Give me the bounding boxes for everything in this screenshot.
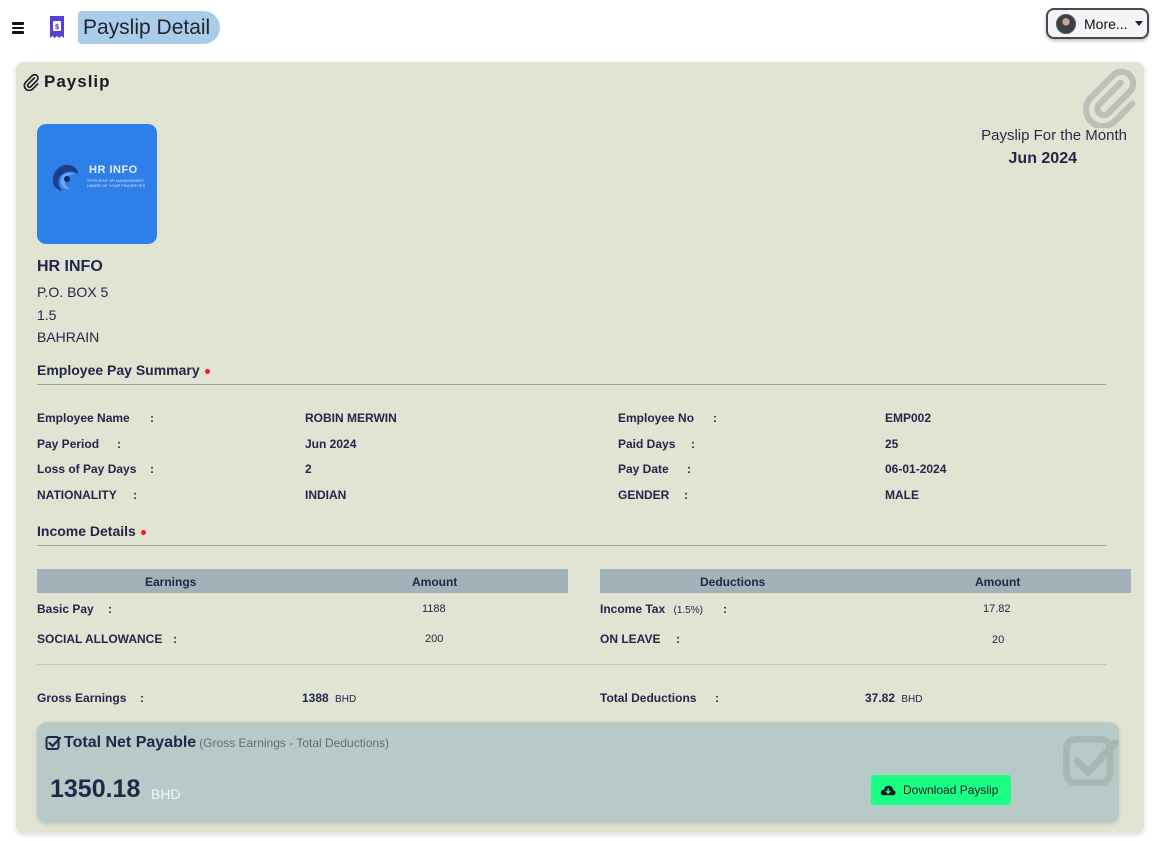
deduction-label-on-leave: ON LEAVE — [600, 632, 661, 646]
download-payslip-label: Download Payslip — [903, 783, 999, 797]
hamburger-icon[interactable] — [9, 20, 27, 38]
total-deductions-value: 37.82 BHD — [865, 691, 923, 705]
loss-of-pay-label: Loss of Pay Days — [37, 462, 137, 476]
address-line-1: P.O. BOX 5 — [37, 284, 109, 300]
month-value: Jun 2024 — [1008, 150, 1077, 167]
download-payslip-button[interactable]: Download Payslip — [871, 775, 1011, 805]
colon: : — [173, 632, 177, 646]
receipt-icon: $ — [50, 16, 64, 38]
card-header: Payslip — [22, 72, 111, 92]
checkbox-icon — [45, 736, 61, 750]
net-payable-currency: BHD — [151, 786, 181, 802]
earnings-header: Earnings — [145, 575, 197, 589]
svg-text:$: $ — [55, 23, 60, 31]
chevron-down-icon — [1134, 21, 1143, 26]
divider — [37, 545, 1106, 546]
net-payable-panel: Total Net Payable (Gross Earnings - Tota… — [37, 722, 1119, 822]
card-title: Payslip — [44, 72, 111, 91]
colon: : — [117, 437, 121, 451]
address-line-3: BAHRAIN — [37, 329, 100, 345]
loss-of-pay-value: 2 — [305, 462, 312, 476]
more-menu-button[interactable]: More... — [1046, 8, 1149, 39]
total-deductions-label: Total Deductions — [600, 691, 697, 705]
required-dot-icon — [140, 529, 146, 535]
logo-title: HR INFO — [89, 164, 138, 176]
income-details-title-text: Income Details — [37, 523, 136, 539]
colon: : — [691, 437, 695, 451]
colon: : — [687, 462, 691, 476]
pay-period-value: Jun 2024 — [305, 437, 357, 451]
earnings-table-header: Earnings Amount — [37, 569, 568, 593]
colon: : — [133, 488, 137, 502]
colon: : — [108, 602, 112, 616]
payslip-card: Payslip HR INFO EFFICIENT HR MANAGEMENT … — [16, 62, 1144, 833]
avatar — [1056, 13, 1076, 34]
colon: : — [715, 691, 719, 705]
top-bar: $ Payslip Detail More... — [0, 0, 1170, 58]
total-deductions-currency: BHD — [901, 694, 923, 705]
paid-days-label: Paid Days — [618, 437, 676, 451]
net-payable-title-text: Total Net Payable — [64, 734, 197, 751]
colon: : — [684, 488, 688, 502]
colon: : — [140, 691, 144, 705]
divider — [37, 664, 1106, 665]
pay-date-label: Pay Date — [618, 462, 669, 476]
gender-value: MALE — [885, 488, 919, 502]
earning-label-social-allowance: SOCIAL ALLOWANCE — [37, 632, 163, 646]
income-tax-rate: (1.5%) — [673, 605, 703, 616]
company-logo: HR INFO EFFICIENT HR MANAGEMENT UNDER OF… — [37, 124, 157, 244]
income-details-title: Income Details — [37, 523, 146, 539]
logo-subtitle: EFFICIENT HR MANAGEMENT UNDER OF YOUR FI… — [86, 178, 146, 188]
paid-days-value: 25 — [885, 437, 899, 451]
net-payable-title: Total Net Payable (Gross Earnings - Tota… — [45, 734, 389, 752]
total-deductions-amount: 37.82 — [865, 691, 896, 705]
paperclip-icon — [23, 73, 39, 91]
more-label: More... — [1084, 15, 1128, 32]
deductions-table-header: Deductions Amount — [600, 569, 1131, 593]
deduction-label-income-tax-text: Income Tax — [600, 602, 666, 616]
colon: : — [723, 602, 727, 616]
employee-no-label: Employee No — [618, 411, 695, 425]
required-dot-icon — [204, 368, 210, 374]
gross-earnings-currency: BHD — [335, 694, 357, 705]
deduction-amount-income-tax: 17.82 — [983, 603, 1011, 615]
divider — [37, 384, 1106, 385]
deductions-amount-header: Amount — [975, 575, 1021, 589]
page-title: Payslip Detail — [78, 11, 221, 44]
pay-date-value: 06-01-2024 — [885, 462, 947, 476]
gender-label: GENDER — [618, 488, 670, 502]
net-payable-amount: 1350.18 — [50, 775, 141, 803]
colon: : — [676, 632, 680, 646]
gross-earnings-label: Gross Earnings — [37, 691, 127, 705]
colon: : — [150, 411, 154, 425]
employee-name-value: ROBIN MERWIN — [305, 411, 397, 425]
checkbox-watermark-icon — [1063, 735, 1119, 787]
colon: : — [713, 411, 717, 425]
pay-summary-title: Employee Pay Summary — [37, 362, 210, 378]
month-label: Payslip For the Month — [981, 127, 1127, 144]
nationality-value: INDIAN — [305, 488, 347, 502]
gross-earnings-amount: 1388 — [302, 691, 329, 705]
pay-summary-title-text: Employee Pay Summary — [37, 362, 200, 378]
net-payable-subtitle: (Gross Earnings - Total Deductions) — [199, 736, 390, 750]
pay-period-label: Pay Period — [37, 437, 100, 451]
colon: : — [150, 462, 154, 476]
employee-no-value: EMP002 — [885, 411, 932, 425]
nationality-label: NATIONALITY — [37, 488, 117, 502]
earnings-amount-header: Amount — [412, 575, 458, 589]
employee-name-label: Employee Name — [37, 411, 130, 425]
deduction-amount-on-leave: 20 — [992, 634, 1005, 646]
company-name: HR INFO — [37, 258, 103, 275]
earning-amount-social-allowance: 200 — [425, 633, 444, 645]
cloud-download-icon — [880, 785, 896, 795]
earning-amount-basic-pay: 1188 — [422, 603, 446, 615]
paperclip-watermark-icon — [1082, 68, 1137, 128]
deduction-label-income-tax: Income Tax (1.5%) — [600, 602, 703, 616]
earning-label-basic-pay: Basic Pay — [37, 602, 94, 616]
address-line-2: 1.5 — [37, 307, 57, 323]
logo-mark-icon — [53, 164, 78, 191]
deductions-header: Deductions — [700, 575, 766, 589]
gross-earnings-value: 1388 BHD — [302, 691, 356, 705]
